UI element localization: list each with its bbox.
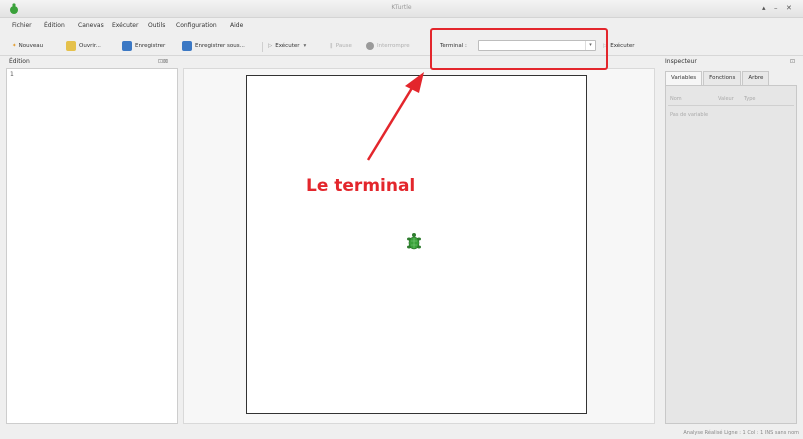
- annotation-arrow: [366, 72, 424, 161]
- annotation-label: Le terminal: [306, 176, 416, 196]
